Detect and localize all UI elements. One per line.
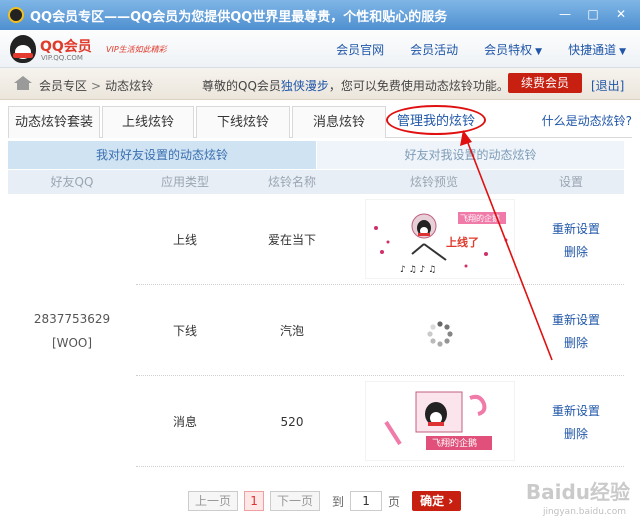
nav-item-privileges[interactable]: 会员特权 ▼ xyxy=(484,41,542,58)
qq-penguin-icon xyxy=(8,7,24,23)
tab-online-ringtone[interactable]: 上线炫铃 xyxy=(102,106,194,138)
main-tabs: 动态炫铃套装 上线炫铃 下线炫铃 消息炫铃 管理我的炫铃 什么是动态炫铃? xyxy=(8,104,632,138)
top-nav: 会员官网 会员活动 会员特权 ▼ 快捷通道 ▼ xyxy=(310,41,626,58)
table-row: 消息 520 飞翔的企鹅 重新设置 删除 xyxy=(136,376,624,467)
minimize-button[interactable]: — xyxy=(552,4,578,24)
goto-label: 到 xyxy=(332,494,345,509)
maximize-button[interactable]: □ xyxy=(580,4,606,24)
row-ringtone-name: 520 xyxy=(280,414,304,429)
loading-spinner-icon xyxy=(427,321,453,347)
row-operations: 重新设置 删除 xyxy=(528,194,624,285)
friend-cell: 2837753629 [WOO] xyxy=(8,194,136,467)
chevron-down-icon: ▼ xyxy=(535,47,543,57)
breadcrumb-bar: 会员专区 > 动态炫铃 尊敬的QQ会员独侠漫步，您可以免费使用动态炫铃功能。 续费会… xyxy=(0,68,640,100)
message-preview-image: 飞翔的企鹅 xyxy=(384,391,492,450)
preview-tag-text: 飞翔的企鹅 xyxy=(460,213,500,223)
breadcrumb-current: 动态炫铃 xyxy=(105,79,154,93)
reset-link[interactable]: 重新设置 xyxy=(552,220,600,237)
row-operations: 重新设置 删除 xyxy=(528,376,624,467)
online-preview-image: 飞翔的企鹅 上线了 ♪ ♫ ♪ ♫ xyxy=(374,212,508,275)
table-row: 下线 汽泡 重新设置 删除 xyxy=(136,285,624,376)
welcome-notice: 尊敬的QQ会员独侠漫步，您可以免费使用动态炫铃功能。 xyxy=(202,77,509,94)
penguin-logo-icon xyxy=(10,35,36,63)
breadcrumb: 会员专区 > 动态炫铃 xyxy=(39,77,153,94)
notice-suffix: ，您可以免费使用动态炫铃功能。 xyxy=(328,79,509,93)
window-title: QQ会员专区——QQ会员为您提供QQ世界里最尊贵，个性和贴心的服务 xyxy=(30,10,448,25)
logo-brand: QQ会员 xyxy=(40,39,92,55)
delete-link[interactable]: 删除 xyxy=(564,425,588,442)
sub-tabs: 我对好友设置的动态炫铃 好友对我设置的动态炫铃 xyxy=(8,141,624,169)
notice-prefix: 尊敬的QQ会员 xyxy=(202,79,281,93)
subtab-set-for-friends[interactable]: 我对好友设置的动态炫铃 xyxy=(8,141,316,169)
nav-item-shortcuts-label: 快捷通道 xyxy=(568,43,617,57)
watermark: Baidu经验 xyxy=(525,480,630,504)
confirm-label: 确定 xyxy=(420,494,445,508)
row-type: 下线 xyxy=(172,324,197,338)
pagination: 上一页 1 下一页 到 页 确定 › xyxy=(188,490,462,512)
next-page-button[interactable]: 下一页 xyxy=(270,491,321,511)
breadcrumb-home[interactable]: 会员专区 xyxy=(39,79,87,93)
nav-item-shortcuts[interactable]: 快捷通道 ▼ xyxy=(568,41,626,58)
ringtone-preview-offline[interactable] xyxy=(365,290,515,370)
what-is-ringtone-link[interactable]: 什么是动态炫铃? xyxy=(542,112,632,129)
watermark-url: jingyan.baidu.com xyxy=(542,507,626,517)
column-header-type: 应用类型 xyxy=(160,175,209,189)
site-header: QQ会员 VIP.QQ.COM VIP生活如此精彩 会员官网 会员活动 会员特权… xyxy=(0,30,640,68)
table-header: 好友QQ 应用类型 炫铃名称 炫铃预览 设置 xyxy=(8,170,624,194)
user-nickname[interactable]: 独侠漫步 xyxy=(281,79,329,93)
current-page[interactable]: 1 xyxy=(244,491,265,511)
column-header-preview: 炫铃预览 xyxy=(409,175,458,189)
tab-message-ringtone[interactable]: 消息炫铃 xyxy=(292,106,386,138)
tab-ringtone-suite[interactable]: 动态炫铃套装 xyxy=(8,106,100,138)
subtab-set-by-friends[interactable]: 好友对我设置的动态炫铃 xyxy=(316,141,624,169)
row-ringtone-name: 爱在当下 xyxy=(267,233,316,247)
tab-manage-my-ringtones[interactable]: 管理我的炫铃 xyxy=(388,106,484,138)
logo-slogan: VIP生活如此精彩 xyxy=(106,45,167,54)
ringtone-preview-online[interactable]: 飞翔的企鹅 上线了 ♪ ♫ ♪ ♫ xyxy=(365,199,515,279)
row-operations: 重新设置 删除 xyxy=(528,285,624,376)
column-header-name: 炫铃名称 xyxy=(267,175,316,189)
reset-link[interactable]: 重新设置 xyxy=(552,402,600,419)
prev-page-button[interactable]: 上一页 xyxy=(188,491,239,511)
nav-item-privileges-label: 会员特权 xyxy=(484,43,533,57)
preview-tag-text: 飞翔的企鹅 xyxy=(432,437,477,449)
column-header-friend-qq: 好友QQ xyxy=(50,175,94,189)
breadcrumb-separator: > xyxy=(91,79,102,93)
confirm-button[interactable]: 确定 › xyxy=(412,491,462,511)
page-unit-label: 页 xyxy=(388,494,401,509)
friend-nickname: [WOO] xyxy=(51,335,93,350)
home-icon[interactable] xyxy=(14,76,32,90)
ringtone-preview-message[interactable]: 飞翔的企鹅 xyxy=(365,381,515,461)
logout-link[interactable]: [退出] xyxy=(591,77,624,94)
arrow-right-icon: › xyxy=(448,494,454,508)
window-controls: — □ ✕ xyxy=(552,4,634,24)
nav-item-activities[interactable]: 会员活动 xyxy=(410,41,458,58)
svg-text:♪ ♫ ♪ ♫: ♪ ♫ ♪ ♫ xyxy=(400,265,436,275)
delete-link[interactable]: 删除 xyxy=(564,334,588,351)
row-type: 消息 xyxy=(172,415,197,429)
renew-vip-button[interactable]: 续费会员 xyxy=(508,73,582,93)
row-ringtone-name: 汽泡 xyxy=(279,324,304,338)
delete-link[interactable]: 删除 xyxy=(564,243,588,260)
window-titlebar: QQ会员专区——QQ会员为您提供QQ世界里最尊贵，个性和贴心的服务 — □ ✕ xyxy=(0,0,640,30)
reset-link[interactable]: 重新设置 xyxy=(552,311,600,328)
logo-domain: VIP.QQ.COM xyxy=(41,54,83,62)
tab-offline-ringtone[interactable]: 下线炫铃 xyxy=(196,106,290,138)
qq-vip-logo[interactable]: QQ会员 VIP.QQ.COM VIP生活如此精彩 xyxy=(10,35,167,65)
close-button[interactable]: ✕ xyxy=(608,4,634,24)
nav-item-official-site[interactable]: 会员官网 xyxy=(336,41,384,58)
chevron-down-icon: ▼ xyxy=(619,47,626,57)
page-number-input[interactable] xyxy=(350,491,383,511)
table-row: 上线 爱在当下 飞翔的企鹅 上线了 ♪ ♫ ♪ ♫ 重新设置 删除 xyxy=(136,194,624,285)
row-type: 上线 xyxy=(172,233,197,247)
column-header-settings: 设置 xyxy=(558,175,583,189)
preview-online-text: 上线了 xyxy=(446,235,479,249)
friend-qq-number: 2837753629 xyxy=(33,311,111,326)
